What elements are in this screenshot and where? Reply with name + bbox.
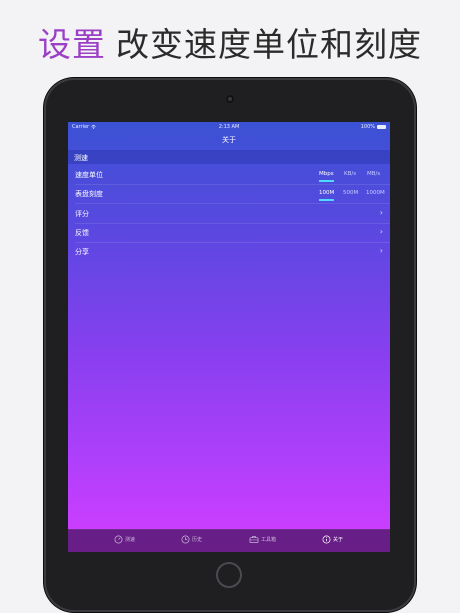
dial-scale-row: 表盘刻度 100M 500M 1000M — [68, 185, 390, 203]
dial-scale-label: 表盘刻度 — [75, 190, 103, 198]
tab-history[interactable]: 历史 — [181, 535, 202, 547]
dial-scale-option-500m[interactable]: 500M — [343, 190, 358, 196]
speed-unit-option-mbs[interactable]: MB/s — [367, 171, 380, 177]
chevron-right-icon: › — [379, 246, 383, 255]
status-bar: Carrier 2:13 AM 100% — [68, 122, 390, 132]
camera-icon — [226, 95, 234, 103]
tab-bar: 测速 历史 工具箱 关于 — [68, 529, 390, 552]
nav-title: 关于 — [222, 136, 236, 144]
app-screen: Carrier 2:13 AM 100% 关于 测速 速度单位 Mbps KB/… — [68, 122, 390, 552]
speed-unit-option-kbs[interactable]: KB/s — [344, 171, 356, 177]
dial-scale-option-100m[interactable]: 100M — [319, 190, 335, 201]
tab-label: 工具箱 — [261, 537, 277, 543]
home-button[interactable] — [216, 562, 242, 588]
speed-unit-option-mbps[interactable]: Mbps — [319, 171, 334, 182]
ipad-frame: Carrier 2:13 AM 100% 关于 测速 速度单位 Mbps KB/… — [44, 78, 416, 612]
chevron-right-icon: › — [379, 227, 383, 236]
tab-label: 测速 — [125, 537, 136, 543]
speed-unit-label: 速度单位 — [75, 171, 103, 179]
section-title: 测速 — [74, 154, 88, 162]
headline: 设置 改变速度单位和刻度 — [0, 18, 460, 66]
feedback-label: 反馈 — [75, 229, 89, 237]
chevron-right-icon: › — [379, 208, 383, 217]
dial-scale-option-1000m[interactable]: 1000M — [366, 190, 385, 196]
rating-label: 评分 — [75, 210, 89, 218]
share-label: 分享 — [75, 248, 89, 256]
feedback-row[interactable]: 反馈 › — [68, 224, 390, 242]
status-time: 2:13 AM — [218, 124, 240, 130]
section-header: 测速 — [68, 150, 390, 164]
clock-icon — [181, 535, 190, 544]
divider — [75, 203, 390, 204]
tab-label: 关于 — [333, 537, 344, 543]
speedometer-icon — [114, 535, 123, 544]
headline-text: 改变速度单位和刻度 — [116, 25, 422, 64]
toolbox-icon — [249, 535, 259, 544]
share-row[interactable]: 分享 › — [68, 243, 390, 261]
tab-speedtest[interactable]: 测速 — [114, 535, 135, 547]
headline-accent: 设置 — [38, 25, 106, 64]
tab-about[interactable]: 关于 — [322, 535, 343, 547]
battery-icon — [377, 124, 386, 129]
speed-unit-row: 速度单位 Mbps KB/s MB/s — [68, 166, 390, 184]
info-icon — [322, 535, 331, 544]
battery-status: 100% — [361, 124, 386, 130]
battery-percent: 100% — [360, 124, 375, 130]
rating-row[interactable]: 评分 › — [68, 205, 390, 223]
tab-toolbox[interactable]: 工具箱 — [249, 535, 276, 547]
tab-label: 历史 — [192, 537, 203, 543]
